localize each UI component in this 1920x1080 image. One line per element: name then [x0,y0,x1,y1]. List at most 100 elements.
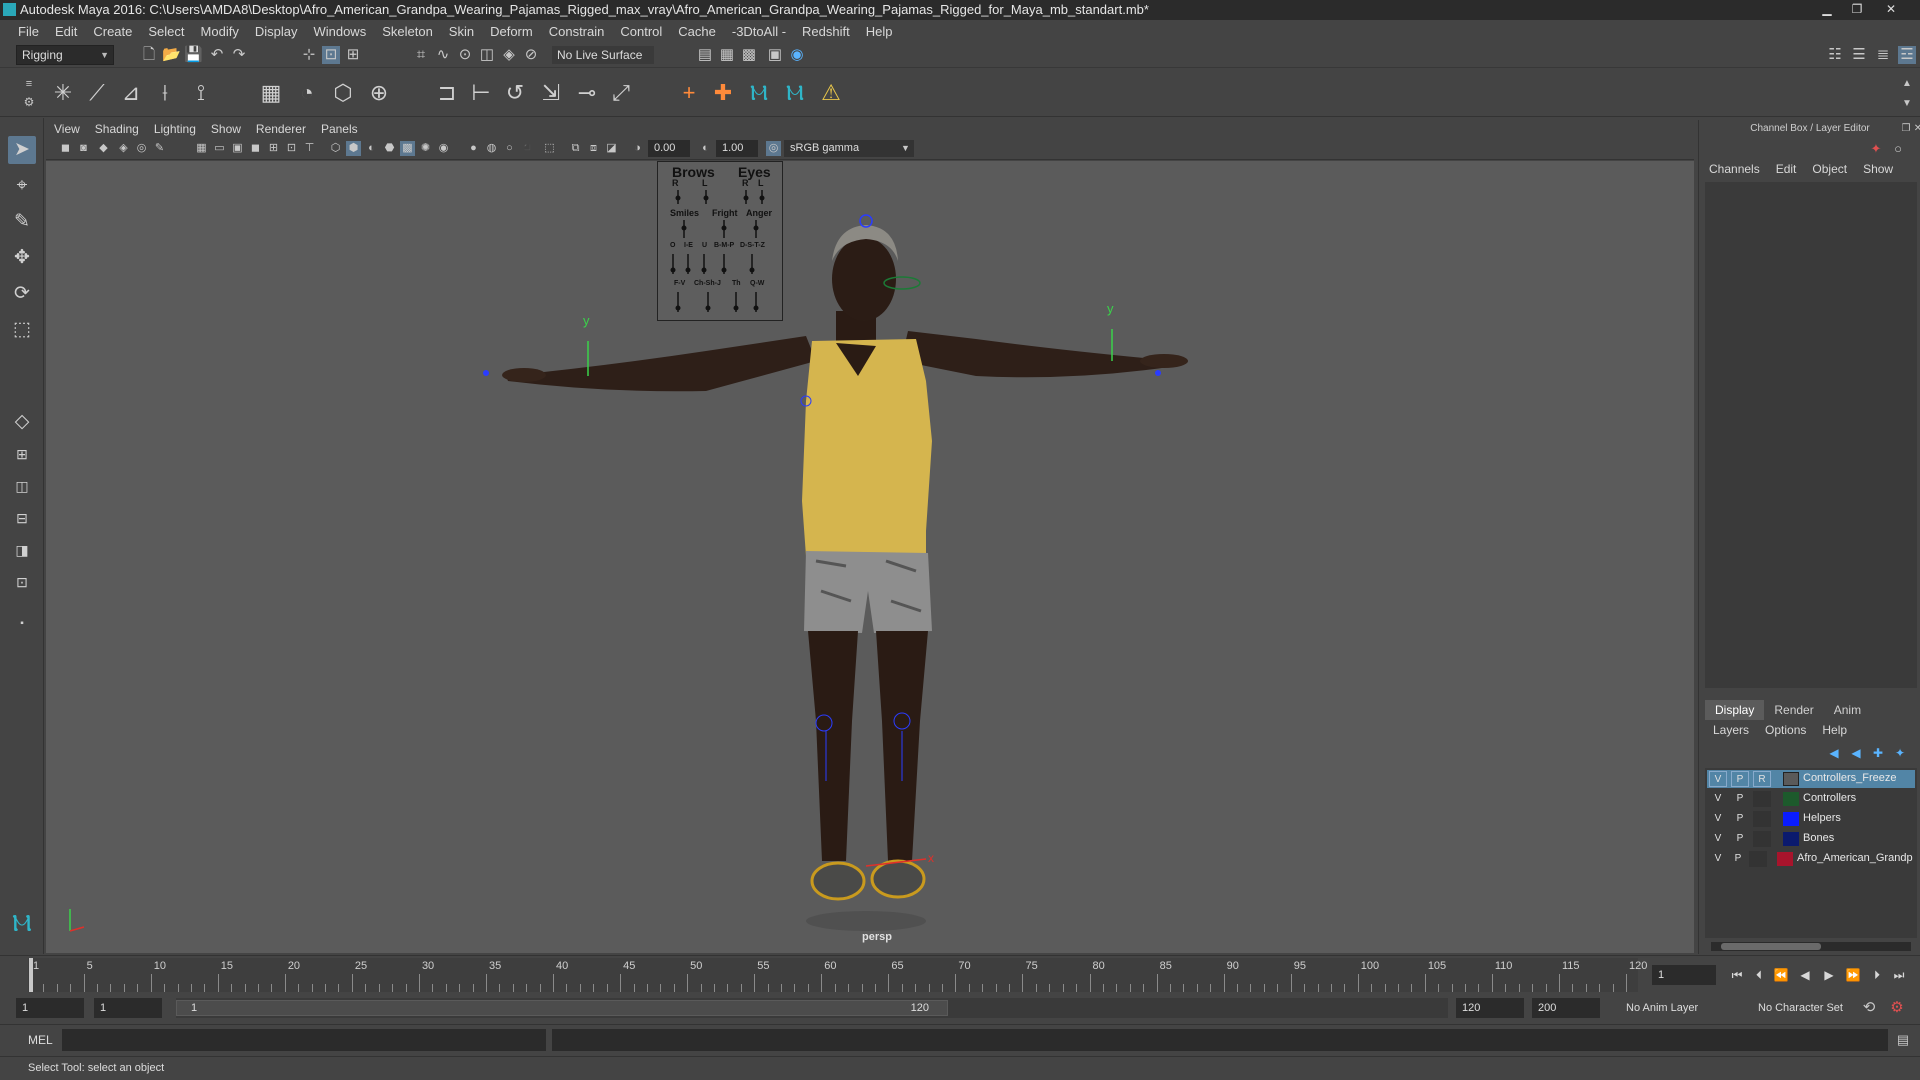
panel-menu-show[interactable]: Show [211,122,250,136]
attribute-editor-icon[interactable]: ☰ [1850,46,1868,64]
menu-help[interactable]: Help [858,24,901,39]
paint-weights-icon[interactable]: ◔ [292,78,322,108]
snap-curve-icon[interactable]: ∿ [434,46,452,64]
layer-name[interactable]: Bones [1803,832,1915,844]
layer-reference-toggle[interactable] [1753,831,1771,847]
pole-vector-icon[interactable]: ⤢ [606,78,636,108]
aim-constraint-icon[interactable]: ⊸ [572,78,602,108]
chevron-down-icon[interactable]: ▼ [898,141,913,156]
shadows-icon[interactable]: ◉ [436,141,451,156]
animation-end-field[interactable]: 200 [1532,998,1600,1018]
playback-end-field[interactable]: 120 [1456,998,1524,1018]
four-view-layout-icon[interactable]: ⊞ [8,440,36,468]
layer-reference-toggle[interactable] [1753,791,1771,807]
le-menu-help[interactable]: Help [1822,723,1847,737]
menu-cache[interactable]: Cache [670,24,724,39]
single-view-layout-icon[interactable]: ◇ [8,408,36,436]
locator-icon[interactable]: + [674,78,704,108]
menu-redshift[interactable]: Redshift [794,24,858,39]
render-globals-icon[interactable]: ◉ [788,46,806,64]
select-hierarchy-icon[interactable]: ⊹ [300,46,318,64]
layer-row-controllers[interactable]: V P Controllers [1707,790,1915,808]
maximize-button[interactable]: ❐ [1842,1,1872,18]
menu-set-dropdown[interactable]: Rigging ▼ [16,45,114,65]
step-back-frame-icon[interactable]: ⏴ [1750,966,1768,984]
use-all-lights-icon[interactable]: ✺ [418,141,433,156]
cb-menu-edit[interactable]: Edit [1776,162,1797,176]
mirror-joint-icon[interactable]: ⟟ [186,78,216,108]
menu-3dtoall[interactable]: -3DtoAll - [724,24,794,39]
menu-windows[interactable]: Windows [305,24,374,39]
resolution-gate-icon[interactable]: ▣ [230,141,245,156]
grid-toggle-icon[interactable]: ▦ [194,141,209,156]
layer-color-swatch[interactable] [1783,792,1799,806]
select-tool-icon[interactable]: ➤ [8,136,36,164]
parent-constraint-icon[interactable]: ⊐ [432,78,462,108]
cb-menu-show[interactable]: Show [1863,162,1893,176]
joint-tool-icon[interactable]: ✳ [48,78,78,108]
custom-layout-icon[interactable]: ▪ [8,610,36,638]
ipr-render-icon[interactable]: ▣ [766,46,784,64]
layer-name[interactable]: Afro_American_Grandp [1797,852,1915,864]
save-scene-icon[interactable]: 💾 [184,46,203,64]
redo-icon[interactable]: ↷ [230,46,248,64]
textured-icon[interactable]: ▩ [400,141,415,156]
facial-controls-board[interactable]: Brows Eyes R L R L Smiles Fright Anger O… [657,161,783,321]
depth-of-field-icon[interactable]: ◾ [520,141,535,156]
render-frame-icon[interactable]: ▩ [740,46,758,64]
default-material-icon[interactable]: ◐ [364,141,379,156]
isolate-select-icon[interactable]: ⬚ [542,141,557,156]
channel-box-toggle-icon[interactable]: ☲ [1898,46,1916,64]
rotate-tool-icon[interactable]: ⟳ [8,280,36,308]
snap-surface-icon[interactable]: ◈ [500,46,518,64]
tab-anim[interactable]: Anim [1824,700,1871,720]
layer-playback-toggle[interactable]: P [1731,771,1749,787]
wireframe-on-shaded-icon[interactable]: ⬣ [382,141,397,156]
scale-constraint-icon[interactable]: ⇲ [536,78,566,108]
lasso-tool-icon[interactable]: ⌖ [8,172,36,200]
snap-point-icon[interactable]: ⊙ [456,46,474,64]
layer-playback-toggle[interactable]: P [1731,791,1749,807]
ik-spline-icon[interactable]: ⊿ [116,78,146,108]
motion-blur-icon[interactable]: ◍ [484,141,499,156]
shelf-scroll-up-icon[interactable]: ▲ [1898,75,1916,93]
panel-menu-renderer[interactable]: Renderer [256,122,315,136]
step-forward-key-icon[interactable]: ⏩ [1844,966,1862,984]
paint-select-tool-icon[interactable]: ✎ [8,208,36,236]
new-layer-from-selection-icon[interactable]: ✦ [1891,744,1909,762]
layer-playback-toggle[interactable]: P [1729,851,1747,867]
layer-visibility-toggle[interactable]: V [1709,851,1727,867]
menu-create[interactable]: Create [85,24,140,39]
exposure-icon[interactable]: ◑ [630,141,645,156]
layer-row-helpers[interactable]: V P Helpers [1707,810,1915,828]
snap-view-plane-icon[interactable]: ◫ [478,46,496,64]
layer-name[interactable]: Controllers [1803,792,1915,804]
2d-pan-zoom-icon[interactable]: ◎ [134,141,149,156]
move-tool-icon[interactable]: ✥ [8,244,36,272]
backface-culling-icon[interactable]: ◪ [604,141,619,156]
scale-tool-icon[interactable]: ⬚ [8,316,36,344]
point-constraint-icon[interactable]: ⊢ [466,78,496,108]
gamma-field[interactable]: 1.00 [716,140,758,157]
layer-reference-toggle[interactable]: R [1753,771,1771,787]
cb-menu-channels[interactable]: Channels [1709,162,1760,176]
go-to-end-icon[interactable]: ⏭ [1890,966,1908,984]
anim-layer-dropdown[interactable]: No Anim Layer [1620,998,1742,1018]
new-empty-layer-icon[interactable]: ✚ [1869,744,1887,762]
layer-reference-toggle[interactable] [1753,811,1771,827]
layer-playback-toggle[interactable]: P [1731,831,1749,847]
range-slider-handle[interactable]: 1 120 [176,1000,948,1016]
grease-pencil-icon[interactable]: ✎ [152,141,167,156]
current-time-indicator[interactable] [29,958,33,992]
minimize-button[interactable]: ▁ [1812,1,1842,18]
layer-color-swatch[interactable] [1783,772,1799,786]
time-ruler[interactable]: 1 5 10 15 20 25 30 35 40 45 50 55 60 65 70 75 80 85 90 95 10… [28,958,1647,992]
panel-menu-lighting[interactable]: Lighting [154,122,205,136]
persp-outliner-layout-icon[interactable]: ⊟ [8,504,36,532]
perspective-viewport[interactable]: y y x Brows Eyes R L R L Smiles Fright A… [46,161,1694,953]
maya-tool-a-icon[interactable]: Ⲙ [744,78,774,108]
modeling-toolkit-icon[interactable]: ☷ [1826,46,1844,64]
layer-color-swatch[interactable] [1777,852,1793,866]
move-layer-up-icon[interactable]: ◀ [1825,744,1843,762]
smooth-shade-icon[interactable]: ⬢ [346,141,361,156]
